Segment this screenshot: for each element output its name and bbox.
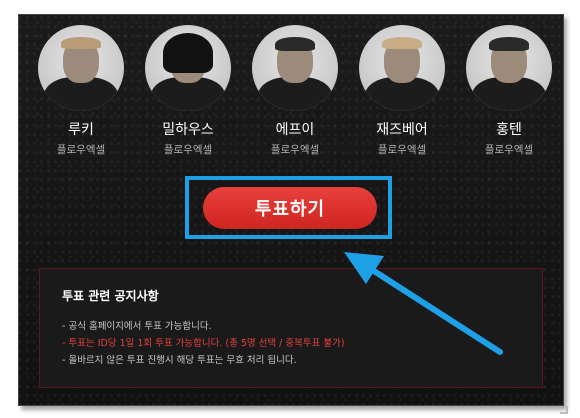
vote-button[interactable]: 투표하기	[203, 187, 377, 229]
artist-team: 플로우엑셀	[377, 144, 427, 156]
artist-list: 루키 플로우엑셀 밀하우스 플로우엑셀 에프이 플로우엑셀 재즈베어 플로우엑셀	[35, 25, 555, 175]
artist-team: 플로우엑셀	[484, 144, 534, 156]
artist-card[interactable]: 재즈베어 플로우엑셀	[356, 25, 448, 175]
avatar	[38, 25, 124, 111]
frame-shadow-corner	[560, 406, 568, 414]
notice-item: - 올바르지 않은 투표 진행시 해당 투표는 무효 처리 됩니다.	[62, 355, 297, 366]
artist-card[interactable]: 에프이 플로우엑셀	[249, 25, 341, 175]
avatar	[145, 25, 231, 111]
artist-name: 에프이	[275, 122, 315, 138]
artist-card[interactable]: 밀하우스 플로우엑셀	[142, 25, 234, 175]
artist-card[interactable]: 루키 플로우엑셀	[35, 25, 127, 175]
avatar	[252, 25, 338, 111]
artist-name: 루키	[68, 122, 94, 138]
artist-team: 플로우엑셀	[56, 144, 106, 156]
vote-panel: 루키 플로우엑셀 밀하우스 플로우엑셀 에프이 플로우엑셀 재즈베어 플로우엑셀	[18, 14, 564, 406]
artist-name: 밀하우스	[162, 122, 214, 138]
artist-team: 플로우엑셀	[270, 144, 320, 156]
artist-team: 플로우엑셀	[163, 144, 213, 156]
notice-title: 투표 관련 공지사항	[62, 289, 159, 303]
avatar	[466, 25, 552, 111]
artist-name: 재즈베어	[376, 122, 428, 138]
notice-item-warning: - 투표는 ID당 1일 1회 투표 가능합니다. (총 5명 선택 / 중복투…	[62, 338, 345, 349]
notice-box: 투표 관련 공지사항 - 공식 홈페이지에서 투표 가능합니다. - 투표는 I…	[39, 268, 543, 388]
notice-item: - 공식 홈페이지에서 투표 가능합니다.	[62, 321, 212, 332]
artist-name: 홍텐	[496, 122, 522, 138]
artist-card[interactable]: 홍텐 플로우엑셀	[463, 25, 555, 175]
avatar	[359, 25, 445, 111]
